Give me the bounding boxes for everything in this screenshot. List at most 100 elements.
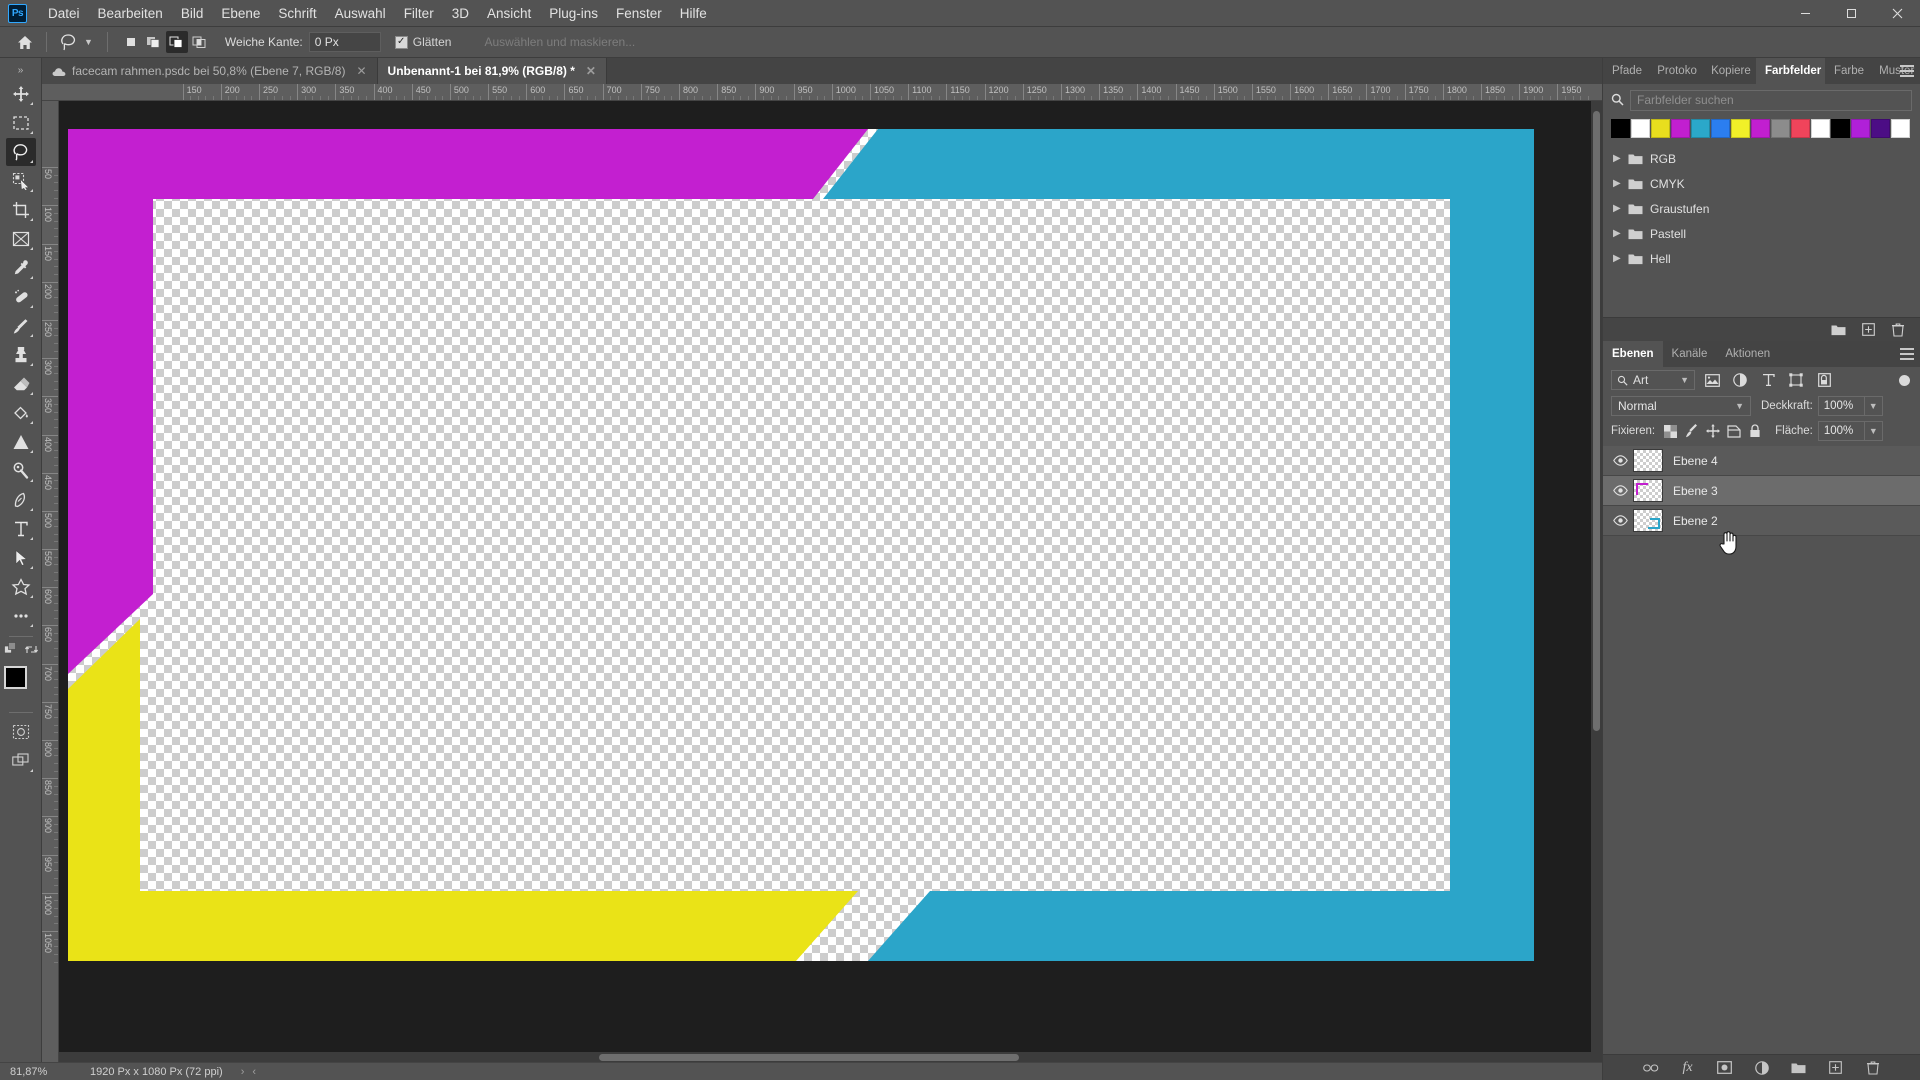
more-tools-icon[interactable]	[6, 602, 36, 630]
color-swatch[interactable]	[1811, 119, 1830, 138]
new-selection-button[interactable]	[120, 31, 142, 53]
menu-bearbeiten[interactable]: Bearbeiten	[89, 2, 172, 25]
menu-3d[interactable]: 3D	[443, 2, 478, 25]
panel-menu-icon[interactable]	[1900, 65, 1914, 77]
add-layer-mask-icon[interactable]	[1717, 1060, 1733, 1076]
vertical-ruler[interactable]: 50 100 150 200 250 300 350 400 450 500 550 600 650 70…	[42, 101, 59, 1063]
layer-style-fx-icon[interactable]: fx	[1680, 1060, 1696, 1076]
panel-menu-icon[interactable]	[1900, 348, 1914, 360]
brush-tool-icon[interactable]	[6, 312, 36, 340]
pen-tool-icon[interactable]	[6, 486, 36, 514]
layer-visibility-eye-icon[interactable]	[1609, 515, 1631, 526]
lock-artboard-icon[interactable]	[1723, 421, 1744, 441]
foreground-color-swatch[interactable]	[3, 666, 27, 689]
subtract-from-selection-button[interactable]	[165, 31, 188, 53]
layer-thumbnail[interactable]	[1633, 479, 1663, 502]
layer-thumbnail[interactable]	[1633, 509, 1663, 532]
lock-position-icon[interactable]	[1702, 421, 1723, 441]
canvas-area[interactable]	[59, 101, 1602, 1063]
artboard[interactable]	[68, 129, 1534, 961]
swatch-group-hell[interactable]: ▶ Hell	[1603, 246, 1920, 271]
tab-protokoll[interactable]: Protoko	[1648, 58, 1702, 84]
chevron-right-icon[interactable]: ▶	[1613, 228, 1621, 239]
rectangular-marquee-tool-icon[interactable]	[6, 109, 36, 137]
tab-farbe[interactable]: Farbe	[1825, 58, 1870, 84]
color-swatch[interactable]	[1631, 119, 1650, 138]
clone-stamp-tool-icon[interactable]	[6, 341, 36, 369]
fill-input[interactable]: 100%	[1817, 421, 1865, 441]
color-swatch[interactable]	[1731, 119, 1750, 138]
new-layer-icon[interactable]	[1828, 1060, 1844, 1076]
chevron-right-icon[interactable]: ▶	[1613, 203, 1621, 214]
edit-toolbar-icon[interactable]	[3, 642, 19, 660]
new-group-icon[interactable]	[1830, 322, 1846, 338]
new-group-icon[interactable]	[1791, 1060, 1807, 1076]
layer-filter-type-select[interactable]: Art ▼	[1611, 370, 1695, 390]
toolbar-grip-icon[interactable]: »	[13, 64, 29, 76]
swatch-group-pastell[interactable]: ▶ Pastell	[1603, 221, 1920, 246]
lock-all-icon[interactable]	[1744, 421, 1765, 441]
tab-ebenen[interactable]: Ebenen	[1603, 341, 1663, 367]
gradient-tool-icon[interactable]	[6, 428, 36, 456]
custom-shape-tool-icon[interactable]	[6, 573, 36, 601]
layer-row[interactable]: Ebene 2	[1603, 506, 1920, 536]
lock-image-icon[interactable]	[1681, 421, 1702, 441]
opacity-input[interactable]: 100%	[1817, 396, 1865, 416]
swatch-group-graustufen[interactable]: ▶ Graustufen	[1603, 196, 1920, 221]
eraser-tool-icon[interactable]	[6, 370, 36, 398]
tab-kanaele[interactable]: Kanäle	[1663, 341, 1717, 367]
menu-filter[interactable]: Filter	[395, 2, 443, 25]
swatch-group-cmyk[interactable]: ▶ CMYK	[1603, 171, 1920, 196]
eyedropper-tool-icon[interactable]	[6, 254, 36, 282]
document-tab-unbenannt-1[interactable]: Unbenannt-1 bei 81,9% (RGB/8) * ✕	[377, 58, 607, 84]
menu-fenster[interactable]: Fenster	[607, 2, 671, 25]
minimize-button[interactable]	[1782, 0, 1828, 27]
tab-farbfelder[interactable]: Farbfelder	[1756, 58, 1825, 84]
filter-toggle-switch[interactable]	[1899, 374, 1910, 386]
feather-input[interactable]: 0 Px	[308, 32, 381, 52]
antialias-checkbox[interactable]: ✓ Glätten	[394, 35, 451, 49]
lasso-tool-icon[interactable]	[55, 30, 83, 54]
screen-mode-icon[interactable]	[6, 747, 36, 775]
dodge-tool-icon[interactable]	[6, 457, 36, 485]
blend-mode-select[interactable]: Normal ▼	[1611, 396, 1751, 416]
menu-ansicht[interactable]: Ansicht	[478, 2, 540, 25]
scrollbar-thumb[interactable]	[599, 1054, 1019, 1061]
layer-row[interactable]: Ebene 4	[1603, 446, 1920, 476]
menu-bild[interactable]: Bild	[172, 2, 213, 25]
shape-layer-filter-icon[interactable]	[1785, 370, 1807, 390]
layer-visibility-eye-icon[interactable]	[1609, 485, 1631, 496]
chevron-right-icon[interactable]: ▶	[1613, 153, 1621, 164]
quick-selection-tool-icon[interactable]	[6, 167, 36, 195]
layer-thumbnail[interactable]	[1633, 449, 1663, 472]
horizontal-ruler[interactable]: 150 200 250 300 350 400 450 500 550 600 650 700 750 8…	[42, 84, 1602, 101]
color-swatch[interactable]	[1611, 119, 1630, 138]
smart-object-filter-icon[interactable]	[1813, 370, 1835, 390]
color-swatch[interactable]	[1851, 119, 1870, 138]
healing-brush-tool-icon[interactable]	[6, 283, 36, 311]
status-collapse-chevron-left-icon[interactable]: ‹	[252, 1066, 256, 1078]
tool-preset-chevron-down-icon[interactable]: ▼	[84, 37, 93, 47]
color-swatch[interactable]	[1871, 119, 1890, 138]
path-selection-tool-icon[interactable]	[6, 544, 36, 572]
select-and-mask-button[interactable]: Auswählen und maskieren...	[473, 30, 646, 54]
type-layer-filter-icon[interactable]	[1757, 370, 1779, 390]
pixel-layer-filter-icon[interactable]	[1701, 370, 1723, 390]
document-tab-facecam[interactable]: facecam rahmen.psdc bei 50,8% (Ebene 7, …	[42, 58, 378, 84]
color-swatch[interactable]	[1891, 119, 1910, 138]
tab-kopierquellen[interactable]: Kopiere	[1702, 58, 1756, 84]
delete-swatch-icon[interactable]	[1890, 322, 1906, 338]
fill-chevron-down-icon[interactable]: ▼	[1864, 421, 1883, 441]
tab-pfade[interactable]: Pfade	[1603, 58, 1648, 84]
crop-tool-icon[interactable]	[6, 196, 36, 224]
layer-visibility-eye-icon[interactable]	[1609, 455, 1631, 466]
menu-schrift[interactable]: Schrift	[269, 2, 325, 25]
swap-colors-icon[interactable]	[24, 643, 38, 659]
color-swatch[interactable]	[1751, 119, 1770, 138]
type-tool-icon[interactable]	[6, 515, 36, 543]
quick-mask-icon[interactable]	[6, 718, 36, 746]
swatch-search-input[interactable]: Farbfelder suchen	[1630, 90, 1912, 111]
close-icon[interactable]: ✕	[356, 64, 366, 78]
delete-layer-icon[interactable]	[1865, 1060, 1881, 1076]
menu-ebene[interactable]: Ebene	[212, 2, 269, 25]
